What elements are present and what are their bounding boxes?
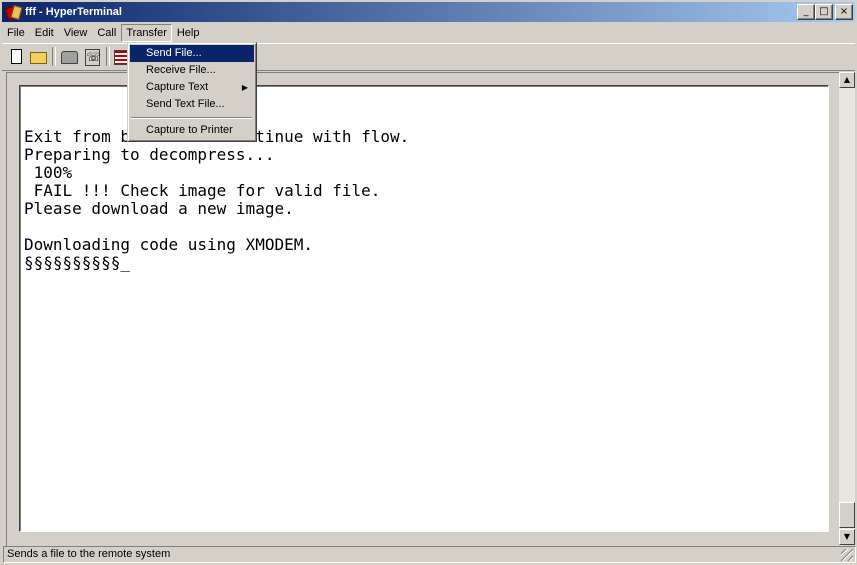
menu-bar: File Edit View Call Transfer Help [2,23,855,42]
menu-item-label: Send Text File... [146,98,225,110]
minimize-button[interactable]: _ [797,4,815,20]
menu-item-label: Capture to Printer [146,124,233,136]
resize-grip-icon[interactable] [841,549,853,561]
window-title: fff - HyperTerminal [25,6,122,18]
menu-help[interactable]: Help [172,24,205,42]
menu-edit[interactable]: Edit [30,24,59,42]
disconnect-button[interactable]: ☏ [82,47,102,66]
window-controls: _ □ × [797,4,853,20]
menu-item-label: Receive File... [146,64,216,76]
menu-file[interactable]: File [2,24,30,42]
new-connection-button[interactable] [6,47,26,66]
menu-transfer[interactable]: Transfer [121,24,172,42]
open-icon [30,52,47,64]
menu-item-send-file[interactable]: Send File... [130,45,254,62]
menu-item-capture-text[interactable]: Capture Text ▶ [130,79,254,96]
transfer-menu: Send File... Receive File... Capture Tex… [127,42,257,142]
submenu-arrow-icon: ▶ [241,83,248,92]
menu-item-send-text-file[interactable]: Send Text File... [130,96,254,113]
terminal-screen[interactable]: Exit from boot menu. Continue with flow.… [19,85,829,532]
scroll-thumb[interactable] [839,502,855,528]
menu-call[interactable]: Call [92,24,121,42]
terminal-frame: Exit from boot menu. Continue with flow.… [6,72,842,547]
toolbar-separator [106,47,110,66]
open-button[interactable] [28,47,48,66]
hyperterminal-app-icon[interactable] [4,4,23,21]
scroll-up-button[interactable]: ▲ [839,72,855,88]
terminal-output: Exit from boot menu. Continue with flow.… [24,127,410,272]
new-connection-icon [11,49,22,64]
menu-item-capture-to-printer[interactable]: Capture to Printer [130,122,254,139]
toolbar-separator [52,47,56,66]
hyperterminal-window: fff - HyperTerminal _ □ × File Edit View… [0,0,857,565]
menu-item-label: Send File... [146,47,202,59]
menu-item-receive-file[interactable]: Receive File... [130,62,254,79]
maximize-button[interactable]: □ [815,4,833,20]
connect-button[interactable] [59,47,79,66]
menu-item-label: Capture Text [146,81,209,93]
scroll-down-button[interactable]: ▼ [839,529,855,545]
menu-separator [131,117,252,119]
status-text: Sends a file to the remote system [3,546,856,563]
disconnect-icon: ☏ [85,49,102,66]
menu-view[interactable]: View [59,24,93,42]
status-bar: Sends a file to the remote system [2,546,856,563]
vertical-scrollbar[interactable]: ▲ ▼ [839,72,855,545]
close-button[interactable]: × [835,4,853,20]
connect-phone-icon [61,51,78,64]
title-bar[interactable]: fff - HyperTerminal _ □ × [2,2,855,22]
